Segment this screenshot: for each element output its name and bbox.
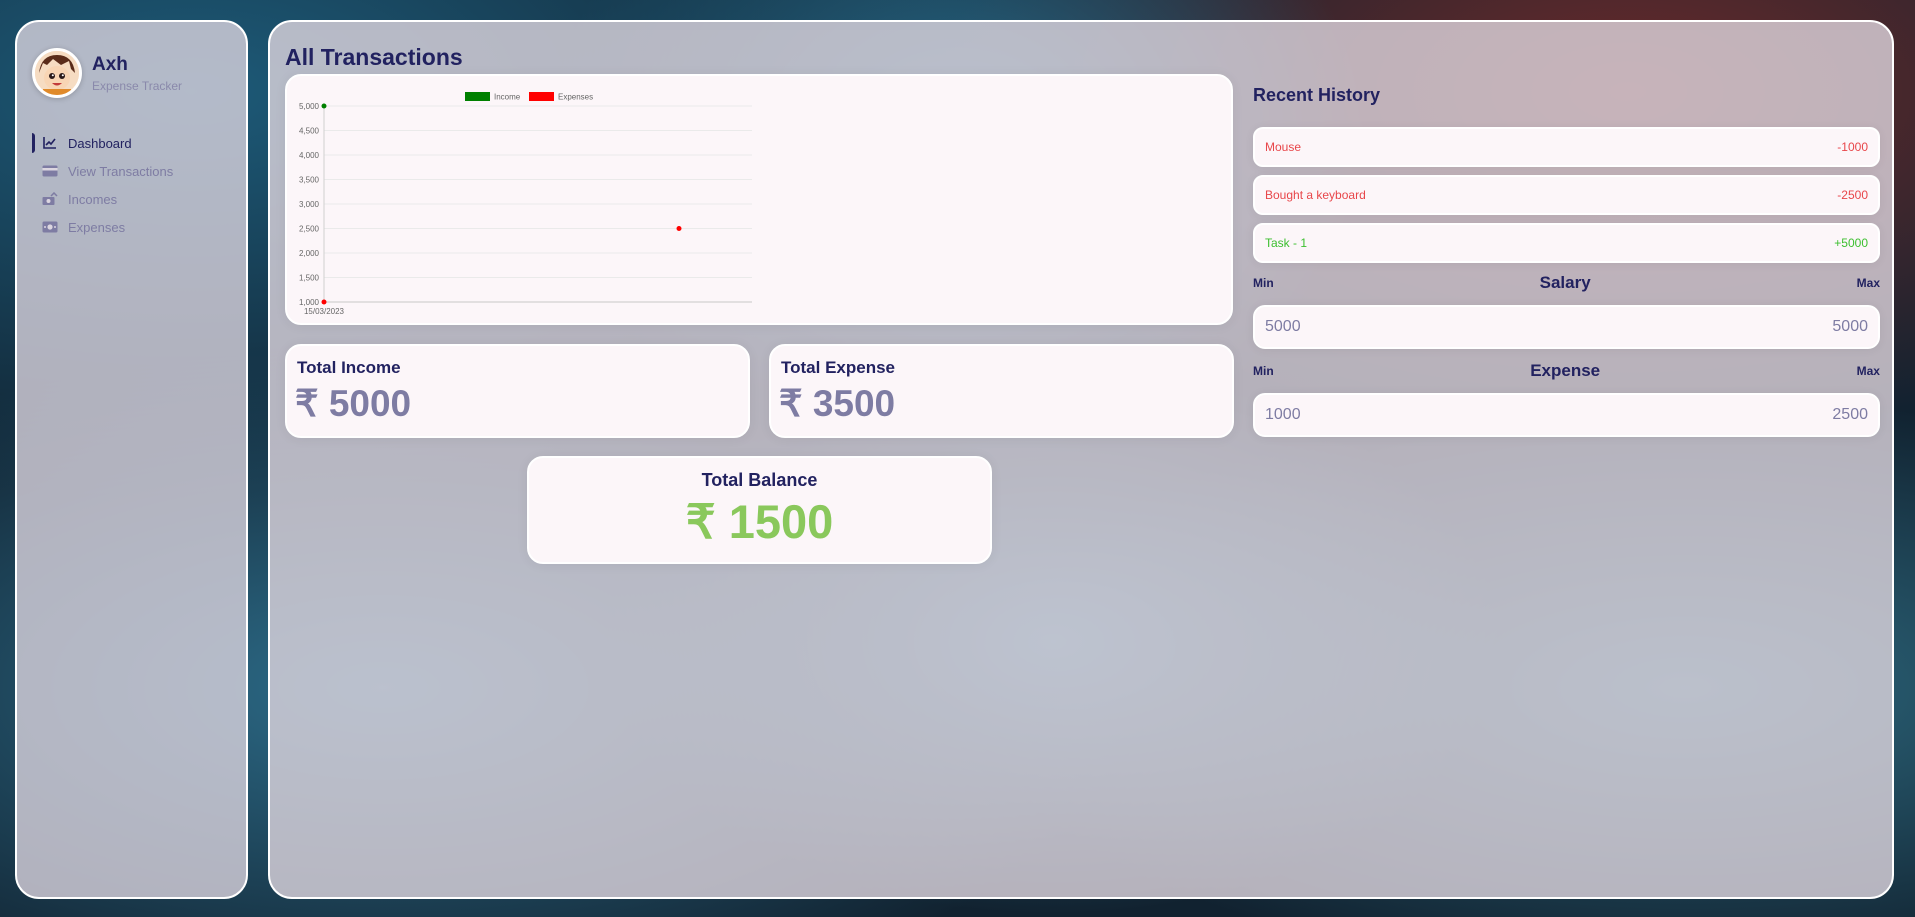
total-income-title: Total Income xyxy=(297,358,401,377)
y-tick-label: 4,000 xyxy=(299,151,320,160)
chart-point xyxy=(676,226,682,231)
y-tick-label: 3,000 xyxy=(299,200,320,209)
y-tick-label: 2,500 xyxy=(299,225,320,234)
y-tick-label: 1,500 xyxy=(299,274,320,283)
page-title: All Transactions xyxy=(285,44,463,70)
profile-subtitle: Expense Tracker xyxy=(92,78,183,93)
sidebar-item-label: View Transactions xyxy=(68,163,174,179)
y-tick-label: 1,000 xyxy=(299,298,320,307)
y-tick-label: 2,000 xyxy=(299,249,320,258)
avatar xyxy=(32,48,82,98)
history-item: Bought a keyboard -2500 xyxy=(1253,175,1880,215)
main-panel: All Transactions 1,000 1,500 2,000 2,500 3,0… xyxy=(268,20,1894,899)
salary-max-value: 5000 xyxy=(1832,318,1868,335)
recent-history-title: Recent History xyxy=(1253,85,1381,105)
credit-card-icon xyxy=(42,163,58,179)
salary-range-box: 5000 5000 xyxy=(1253,305,1880,349)
sidebar-item-incomes[interactable]: Incomes xyxy=(32,185,236,213)
sidebar: Axh Expense Tracker Dashboard View Trans… xyxy=(15,20,248,899)
expense-min-value: 1000 xyxy=(1265,406,1301,423)
chart-point xyxy=(321,299,327,305)
salary-range-header: Min Salary Max xyxy=(1253,272,1880,294)
chart-line-icon xyxy=(42,135,58,151)
expense-range-box: 1000 2500 xyxy=(1253,393,1880,437)
user-profile: Axh Expense Tracker xyxy=(32,48,182,98)
chart-svg: 1,000 1,500 2,000 2,500 3,000 3,500 4,000 4,500… xyxy=(299,92,752,316)
sidebar-item-view-transactions[interactable]: View Transactions xyxy=(32,157,236,185)
history-item-label: Mouse xyxy=(1265,140,1302,154)
sidebar-item-label: Dashboard xyxy=(68,135,132,151)
total-balance-value: ₹ 1500 xyxy=(685,495,834,548)
history-item-amount: -2500 xyxy=(1837,188,1868,202)
salary-title: Salary xyxy=(1539,273,1591,292)
money-bill-icon xyxy=(42,219,58,235)
expense-range-title: Expense xyxy=(1530,361,1601,380)
money-bill-trend-up-icon xyxy=(42,191,58,207)
y-tick-label: 3,500 xyxy=(299,176,320,185)
total-expense-title: Total Expense xyxy=(781,358,895,377)
sidebar-item-label: Incomes xyxy=(68,191,118,207)
history-item-label: Task - 1 xyxy=(1265,236,1308,250)
history-item: Mouse -1000 xyxy=(1253,127,1880,167)
salary-min-value: 5000 xyxy=(1265,318,1301,335)
total-income-value: ₹ 5000 xyxy=(295,383,412,424)
history-item-amount: -1000 xyxy=(1837,140,1868,154)
history-item: Task - 1 +5000 xyxy=(1253,223,1880,263)
avatar-image xyxy=(35,51,79,95)
salary-min-label: Min xyxy=(1253,276,1274,290)
legend-label: Income xyxy=(494,93,521,102)
salary-max-label: Max xyxy=(1856,276,1880,290)
sidebar-nav: Dashboard View Transactions Incomes Expe… xyxy=(32,129,236,241)
expense-max-value: 2500 xyxy=(1832,406,1868,423)
total-balance-card: Total Balance ₹ 1500 xyxy=(527,456,992,564)
x-tick-label: 15/03/2023 xyxy=(304,307,345,316)
profile-name: Axh xyxy=(92,53,128,75)
total-balance-title: Total Balance xyxy=(701,470,818,490)
legend-label: Expenses xyxy=(558,93,593,102)
legend-swatch xyxy=(529,92,554,101)
sidebar-item-label: Expenses xyxy=(68,219,126,235)
legend-swatch xyxy=(465,92,490,101)
total-income-card: Total Income ₹ 5000 xyxy=(285,344,750,438)
sidebar-item-expenses[interactable]: Expenses xyxy=(32,213,236,241)
y-tick-label: 5,000 xyxy=(299,102,320,111)
sidebar-item-dashboard[interactable]: Dashboard xyxy=(32,129,236,157)
history-item-amount: +5000 xyxy=(1834,236,1868,250)
total-expense-card: Total Expense ₹ 3500 xyxy=(769,344,1234,438)
y-tick-label: 4,500 xyxy=(299,127,320,136)
chart-point xyxy=(321,103,327,109)
total-expense-value: ₹ 3500 xyxy=(779,383,896,424)
expense-max-label: Max xyxy=(1856,364,1880,378)
history-item-label: Bought a keyboard xyxy=(1265,188,1366,202)
expense-min-label: Min xyxy=(1253,364,1274,378)
expense-range-header: Min Expense Max xyxy=(1253,360,1880,382)
transactions-chart: 1,000 1,500 2,000 2,500 3,000 3,500 4,000 4,500… xyxy=(285,74,1233,325)
